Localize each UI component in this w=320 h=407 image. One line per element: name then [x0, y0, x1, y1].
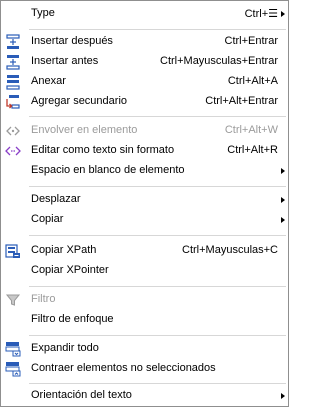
menu-item-collapse-unselected[interactable]: Contraer elementos no seleccionados — [1, 359, 288, 379]
menu-item-label: Editar como texto sin formato — [31, 144, 175, 156]
menu-item-shortcut: Ctrl+☰ — [244, 8, 278, 20]
menu-item-shortcut: Ctrl+Alt+W — [224, 124, 278, 136]
menu-separator — [29, 335, 286, 336]
menu-item-copy-xpath[interactable]: Copiar XPath Ctrl+Mayusculas+C — [1, 241, 288, 261]
menu-item-label: Insertar antes — [31, 55, 99, 67]
submenu-arrow-icon — [281, 11, 285, 17]
insert-before-icon — [6, 55, 20, 70]
expand-all-icon — [5, 342, 21, 357]
menu-item-focus-filter[interactable]: Filtro de enfoque — [1, 310, 288, 330]
menu-item-insert-after[interactable]: Insertar después Ctrl+Entrar — [1, 32, 288, 52]
menu-item-label: Expandir todo — [31, 342, 99, 354]
menu-separator — [29, 116, 286, 117]
submenu-arrow-icon — [281, 168, 285, 174]
add-child-icon — [6, 95, 20, 109]
menu-item-shortcut: Ctrl+Alt+A — [227, 75, 278, 87]
menu-item-text-orientation[interactable]: Orientación del texto — [1, 386, 288, 406]
menu-item-label: Anexar — [31, 75, 66, 87]
context-menu: Type Ctrl+☰ Insertar después Ctrl+Entrar… — [0, 0, 289, 407]
menu-item-label: Insertar después — [31, 35, 113, 47]
edit-raw-text-icon — [5, 146, 21, 156]
submenu-arrow-icon — [281, 197, 285, 203]
menu-item-element-whitespace[interactable]: Espacio en blanco de elemento — [1, 161, 288, 181]
menu-item-label: Filtro de enfoque — [31, 313, 114, 325]
menu-item-type[interactable]: Type Ctrl+☰ — [1, 4, 288, 24]
menu-item-label: Type — [31, 7, 55, 19]
insert-after-icon — [6, 34, 20, 49]
copy-xpath-icon — [5, 244, 20, 258]
menu-item-label: Desplazar — [31, 193, 81, 205]
wrap-element-icon — [6, 126, 20, 136]
menu-item-label: Filtro — [31, 293, 56, 305]
menu-item-label: Orientación del texto — [31, 389, 132, 401]
menu-item-filter[interactable]: Filtro — [1, 290, 288, 310]
submenu-arrow-icon — [281, 217, 285, 223]
menu-item-edit-raw-text[interactable]: Editar como texto sin formato Ctrl+Alt+R — [1, 141, 288, 161]
menu-item-label: Envolver en elemento — [31, 124, 138, 136]
menu-item-label: Contraer elementos no seleccionados — [31, 362, 216, 374]
submenu-arrow-icon — [281, 393, 285, 399]
menu-item-move[interactable]: Desplazar — [1, 190, 288, 210]
menu-separator — [29, 186, 286, 187]
menu-item-label: Espacio en blanco de elemento — [31, 164, 185, 176]
menu-item-shortcut: Ctrl+Mayusculas+C — [182, 244, 278, 256]
menu-item-insert-before[interactable]: Insertar antes Ctrl+Mayusculas+Entrar — [1, 52, 288, 72]
menu-item-label: Copiar XPath — [31, 244, 97, 256]
append-icon — [6, 75, 20, 90]
menu-item-add-child[interactable]: Agregar secundario Ctrl+Alt+Entrar — [1, 92, 288, 112]
menu-separator — [29, 286, 286, 287]
menu-item-label: Agregar secundario — [31, 95, 128, 107]
menu-item-expand-all[interactable]: Expandir todo — [1, 339, 288, 359]
menu-separator — [29, 235, 286, 236]
menu-item-shortcut: Ctrl+Mayusculas+Entrar — [160, 55, 278, 67]
menu-separator — [29, 383, 286, 384]
menu-item-shortcut: Ctrl+Alt+R — [227, 144, 278, 156]
collapse-unselected-icon — [5, 362, 21, 377]
menu-item-append[interactable]: Anexar Ctrl+Alt+A — [1, 72, 288, 92]
menu-item-shortcut: Ctrl+Entrar — [224, 35, 279, 47]
menu-item-shortcut: Ctrl+Alt+Entrar — [205, 95, 278, 107]
menu-separator — [29, 29, 286, 30]
menu-item-wrap-element[interactable]: Envolver en elemento Ctrl+Alt+W — [1, 121, 288, 141]
menu-item-copy[interactable]: Copiar — [1, 210, 288, 230]
menu-item-copy-xpointer[interactable]: Copiar XPointer — [1, 261, 288, 281]
menu-item-label: Copiar XPointer — [31, 264, 109, 276]
menu-item-label: Copiar — [31, 213, 64, 225]
filter-icon — [5, 294, 21, 306]
